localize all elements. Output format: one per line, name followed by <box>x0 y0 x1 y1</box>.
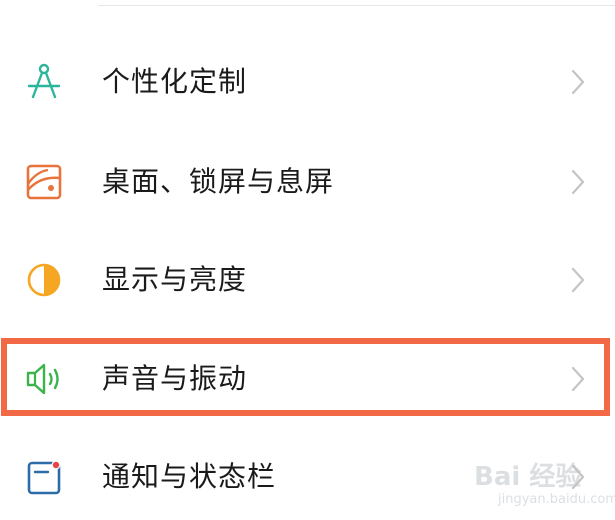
wallpaper-icon <box>22 162 66 202</box>
settings-list: 个性化定制 桌面、锁屏与息屏 显示与亮度 声音与振动 通知与状态栏 <box>0 0 615 520</box>
settings-screen: 个性化定制 桌面、锁屏与息屏 显示与亮度 声音与振动 通知与状态栏 Bai 经验… <box>0 0 615 520</box>
settings-item-personalization[interactable]: 个性化定制 <box>0 42 615 122</box>
notification-icon <box>22 457 66 497</box>
settings-item-label: 声音与振动 <box>102 362 248 395</box>
settings-item-label: 桌面、锁屏与息屏 <box>102 165 335 198</box>
settings-item-label: 通知与状态栏 <box>102 460 277 493</box>
chevron-right-icon <box>571 267 585 293</box>
settings-item-desktop-lockscreen[interactable]: 桌面、锁屏与息屏 <box>0 142 615 222</box>
settings-item-notification-statusbar[interactable]: 通知与状态栏 <box>0 437 615 517</box>
chevron-right-icon <box>571 366 585 392</box>
speaker-icon <box>22 359 66 399</box>
compass-icon <box>22 62 66 102</box>
settings-item-label: 显示与亮度 <box>102 263 248 296</box>
brightness-icon <box>22 260 66 300</box>
chevron-right-icon <box>571 169 585 195</box>
settings-item-label: 个性化定制 <box>102 65 248 98</box>
settings-item-sound-vibration[interactable]: 声音与振动 <box>0 339 615 419</box>
chevron-right-icon <box>571 69 585 95</box>
chevron-right-icon <box>571 464 585 490</box>
settings-item-display-brightness[interactable]: 显示与亮度 <box>0 240 615 320</box>
